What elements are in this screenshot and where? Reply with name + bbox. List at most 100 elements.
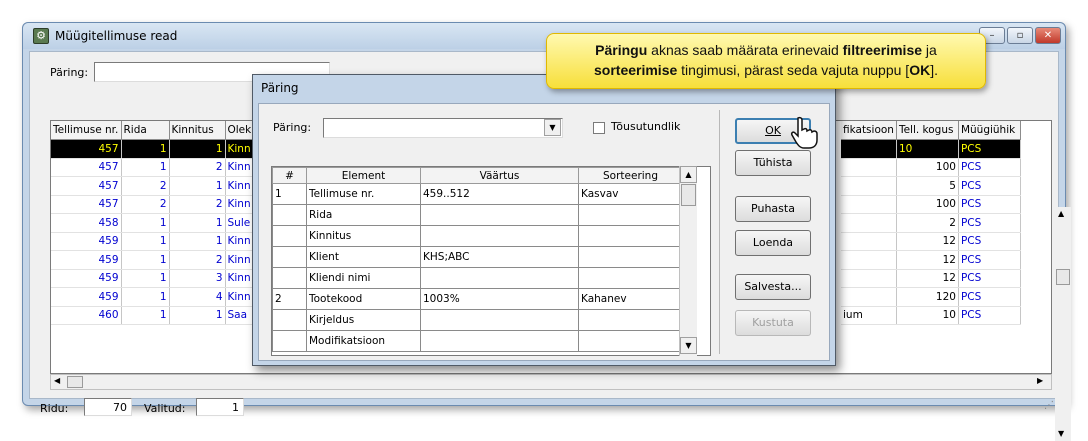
table-row[interactable]: 459 1 2 Kinn xyxy=(51,250,266,270)
grid-horizontal-scrollbar[interactable]: ◀ ▶ xyxy=(50,374,1052,390)
col-header-line[interactable]: Rida xyxy=(121,121,170,140)
dialog-query-label: Päring: xyxy=(273,121,312,134)
cell-line: 1 xyxy=(121,213,170,233)
dialog-client: Päring: ▼ Tõusutundlik # Element Väärtus… xyxy=(258,103,830,361)
criteria-cell-number xyxy=(272,309,307,331)
criteria-row[interactable]: 2 Tootekood 1003% Kahanev xyxy=(272,288,683,310)
criteria-cell-sorting[interactable] xyxy=(578,309,683,331)
scroll-up-icon[interactable]: ▲ xyxy=(1058,209,1064,218)
close-button[interactable]: ✕ xyxy=(1035,27,1061,44)
cell-modification xyxy=(841,139,897,159)
criteria-cell-element: Modifikatsioon xyxy=(306,330,421,352)
table-row[interactable]: 12 PCS xyxy=(841,269,1021,288)
table-row[interactable]: 12 PCS xyxy=(841,232,1021,251)
chevron-down-icon[interactable]: ▼ xyxy=(544,119,561,136)
table-row[interactable]: 100 PCS xyxy=(841,158,1021,177)
cell-confirmation: 1 xyxy=(169,139,226,159)
criteria-cell-value[interactable]: 459..512 xyxy=(420,183,579,205)
scroll-thumb[interactable] xyxy=(1056,269,1070,285)
criteria-cell-element: Kinnitus xyxy=(306,225,421,247)
hand-pointer-icon xyxy=(791,116,818,149)
criteria-cell-sorting[interactable] xyxy=(578,225,683,247)
table-row[interactable]: 457 2 2 Kinn xyxy=(51,195,266,214)
col-header-confirm[interactable]: Kinnitus xyxy=(169,121,226,140)
ascending-checkbox[interactable] xyxy=(593,122,605,134)
criteria-cell-value[interactable] xyxy=(420,330,579,352)
scroll-right-icon[interactable]: ▶ xyxy=(1037,376,1043,385)
clear-button-label: Puhasta xyxy=(751,202,795,215)
criteria-row[interactable]: Kliendi nimi xyxy=(272,267,683,289)
rows-count-label: Ridu: xyxy=(40,402,69,415)
criteria-cell-value[interactable]: KHS;ABC xyxy=(420,246,579,268)
criteria-scroll-down-icon[interactable]: ▼ xyxy=(680,337,697,354)
maximize-button[interactable]: ▫ xyxy=(1007,27,1033,44)
col-header-order[interactable]: Tellimuse nr. xyxy=(51,121,122,140)
table-row[interactable]: 457 2 1 Kinn xyxy=(51,176,266,196)
criteria-row[interactable]: Rida xyxy=(272,204,683,226)
table-row[interactable]: 457 1 1 Kinn xyxy=(51,139,266,159)
grid-vertical-scrollbar[interactable]: ▲ ▼ xyxy=(1055,207,1071,441)
h-scroll-thumb[interactable] xyxy=(67,376,83,388)
save-button[interactable]: Salvesta... xyxy=(735,274,811,300)
table-row[interactable]: 458 1 1 Sule xyxy=(51,213,266,233)
criteria-cell-element: Klient xyxy=(306,246,421,268)
criteria-row[interactable]: 1 Tellimuse nr. 459..512 Kasvav xyxy=(272,183,683,205)
table-row[interactable]: 459 1 3 Kinn xyxy=(51,269,266,288)
cancel-button[interactable]: Tühista xyxy=(735,150,811,176)
table-row[interactable]: 459 1 1 Kinn xyxy=(51,232,266,251)
scroll-down-icon[interactable]: ▼ xyxy=(1058,429,1064,438)
criteria-scrollbar[interactable]: ▲ ▼ xyxy=(679,166,697,356)
criteria-cell-value[interactable] xyxy=(420,204,579,226)
criteria-grid: # Element Väärtus Sorteering 1 Tellimuse … xyxy=(271,166,711,356)
rows-count-value: 70 xyxy=(84,398,132,416)
table-row[interactable]: 100 PCS xyxy=(841,195,1021,214)
criteria-cell-value[interactable]: 1003% xyxy=(420,288,579,310)
criteria-row[interactable]: Modifikatsioon xyxy=(272,330,683,352)
cell-line: 1 xyxy=(121,158,170,177)
cell-sales-unit: PCS xyxy=(958,250,1021,270)
cell-sales-unit: PCS xyxy=(958,232,1021,251)
clear-button[interactable]: Puhasta xyxy=(735,196,811,222)
criteria-cell-sorting[interactable]: Kahanev xyxy=(578,288,683,310)
criteria-cell-value[interactable] xyxy=(420,309,579,331)
criteria-cell-sorting[interactable] xyxy=(578,267,683,289)
criteria-cell-sorting[interactable] xyxy=(578,204,683,226)
table-row[interactable]: 12 PCS xyxy=(841,250,1021,270)
cell-sales-unit: PCS xyxy=(958,269,1021,288)
scroll-left-icon[interactable]: ◀ xyxy=(54,376,60,385)
criteria-row[interactable]: Kinnitus xyxy=(272,225,683,247)
cell-line: 1 xyxy=(121,232,170,251)
criteria-row[interactable]: Kirjeldus xyxy=(272,309,683,331)
table-row[interactable]: 460 1 1 Saa xyxy=(51,306,266,325)
table-row[interactable]: 457 1 2 Kinn xyxy=(51,158,266,177)
criteria-cell-value[interactable] xyxy=(420,225,579,247)
table-row[interactable]: 459 1 4 Kinn xyxy=(51,287,266,307)
cell-sales-unit: PCS xyxy=(958,176,1021,196)
criteria-cell-sorting[interactable] xyxy=(578,246,683,268)
cell-ordered-qty: 100 xyxy=(896,195,959,214)
col-header-modification[interactable]: fikatsioon xyxy=(841,121,897,140)
cell-order-number: 459 xyxy=(51,232,122,251)
criteria-scroll-thumb[interactable] xyxy=(681,184,696,206)
cell-line: 2 xyxy=(121,195,170,214)
resize-grip-icon[interactable]: ⋰ xyxy=(1044,400,1054,411)
criteria-row[interactable]: Klient KHS;ABC xyxy=(272,246,683,268)
table-row[interactable]: 2 PCS xyxy=(841,213,1021,233)
criteria-cell-sorting[interactable] xyxy=(578,330,683,352)
criteria-scroll-up-icon[interactable]: ▲ xyxy=(680,166,697,183)
criteria-cell-number xyxy=(272,267,307,289)
read-button[interactable]: Loenda xyxy=(735,230,811,256)
table-row[interactable]: 120 PCS xyxy=(841,287,1021,307)
criteria-cell-element: Tellimuse nr. xyxy=(306,183,421,205)
criteria-col-element: Element xyxy=(306,167,421,184)
table-row[interactable]: 10 PCS xyxy=(841,139,1021,159)
dialog-query-select[interactable]: ▼ xyxy=(323,118,563,138)
table-row[interactable]: 5 PCS xyxy=(841,176,1021,196)
criteria-cell-sorting[interactable]: Kasvav xyxy=(578,183,683,205)
criteria-cell-value[interactable] xyxy=(420,267,579,289)
col-header-ordered-qty[interactable]: Tell. kogus xyxy=(896,121,959,140)
col-header-sales-unit[interactable]: Müügiühik xyxy=(958,121,1021,140)
table-row[interactable]: ium 10 PCS xyxy=(841,306,1021,325)
cell-ordered-qty: 100 xyxy=(896,158,959,177)
cell-order-number: 458 xyxy=(51,213,122,233)
